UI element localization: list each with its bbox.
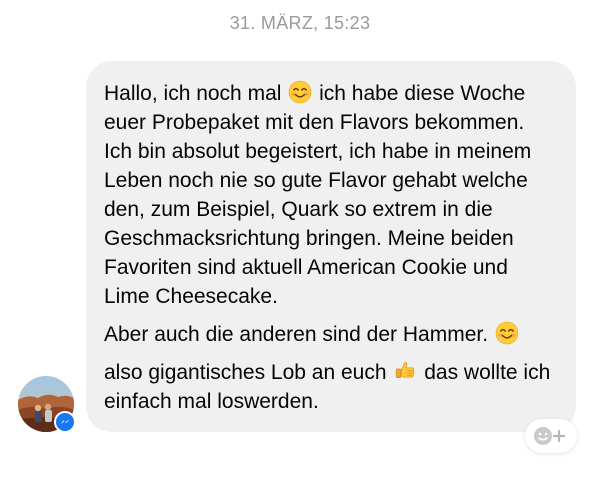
message-bubble[interactable]: Hallo, ich noch mal ich habe diese Woche… [86,61,576,432]
add-reaction-button[interactable] [525,419,577,453]
message-timestamp: 31. MÄRZ, 15:23 [229,13,371,33]
message-text: ich habe diese Woche euer Probepaket mit… [104,82,532,308]
message-text: also gigantisches Lob an euch [104,361,393,384]
messenger-icon [54,411,76,433]
message-text: Aber auch die anderen sind der Hammer. [104,323,494,346]
add-reaction-icon [534,427,566,445]
thumbs-up-emoji-icon [396,362,415,378]
message-paragraph-3: also gigantisches Lob an euch das wollte… [104,358,558,416]
smiling-face-emoji-icon [495,321,519,345]
message-paragraph-2: Aber auch die anderen sind der Hammer. [104,320,558,349]
message-paragraph-1: Hallo, ich noch mal ich habe diese Woche… [104,79,558,311]
message-text: Hallo, ich noch mal [104,82,288,105]
smiling-face-emoji-icon [288,80,312,104]
